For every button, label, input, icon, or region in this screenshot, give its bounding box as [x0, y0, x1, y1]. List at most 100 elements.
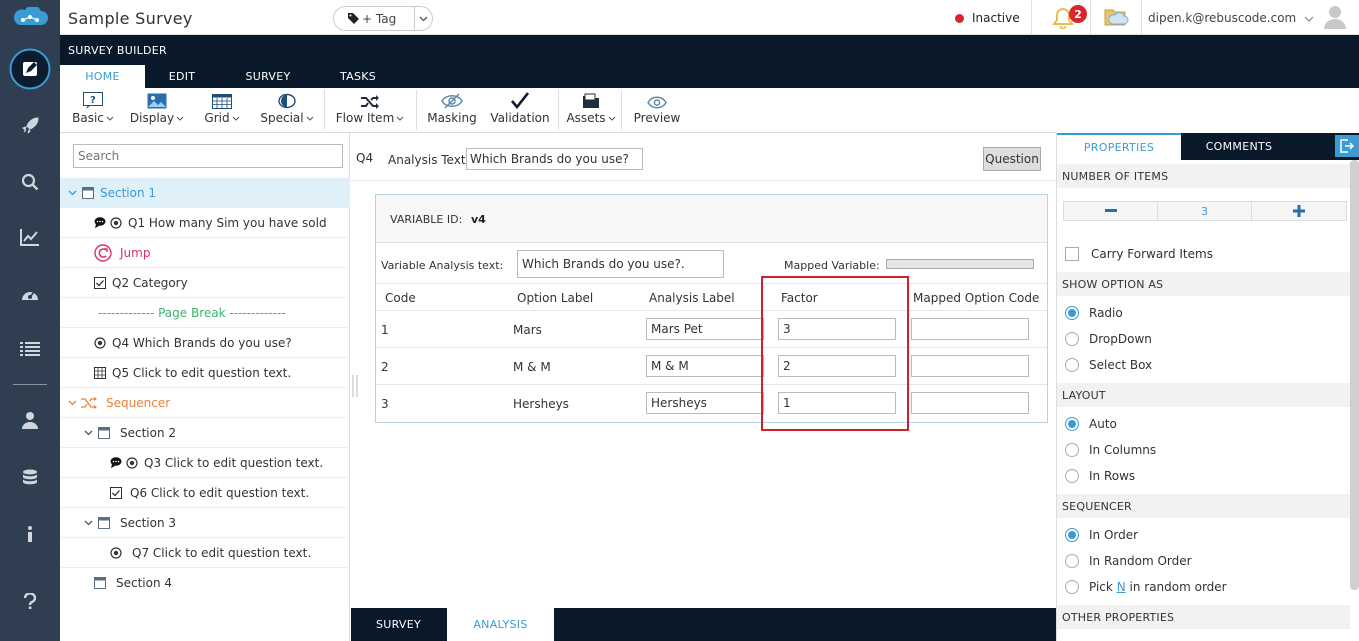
radio-unselected[interactable] — [1065, 358, 1079, 372]
pick-n-link[interactable]: N — [1117, 580, 1126, 594]
radio-label: In Random Order — [1089, 554, 1192, 568]
user-menu[interactable]: dipen.k@rebuscode.com — [1148, 11, 1314, 25]
mapped-option-code-input[interactable] — [911, 318, 1029, 340]
list-icon[interactable] — [0, 329, 60, 369]
radio-unselected[interactable] — [1065, 469, 1079, 483]
tree-question-q5[interactable]: Q5 Click to edit question text. — [60, 358, 350, 388]
mapped-option-code-input[interactable] — [911, 392, 1029, 414]
row-option-label: Hersheys — [513, 397, 569, 411]
radio-layout-columns[interactable]: In Columns — [1065, 443, 1156, 457]
radio-option-select-box[interactable]: Select Box — [1065, 358, 1152, 372]
ribbon-validation-button[interactable]: Validation — [488, 90, 552, 130]
ribbon-assets-button[interactable]: Assets — [564, 90, 618, 130]
question-button[interactable]: Question — [983, 147, 1041, 171]
ribbon-label: Assets — [566, 111, 606, 125]
radio-unselected[interactable] — [1065, 443, 1079, 457]
radio-unselected[interactable] — [1065, 554, 1079, 568]
ribbon-masking-button[interactable]: Masking — [424, 90, 480, 130]
radio-option-dropdown[interactable]: DropDown — [1065, 332, 1152, 346]
increment-button[interactable] — [1252, 202, 1346, 220]
tab-tasks[interactable]: TASKS — [322, 65, 394, 88]
variable-analysis-input[interactable] — [517, 250, 724, 278]
dashboard-icon[interactable] — [0, 274, 60, 314]
search-input[interactable] — [73, 144, 343, 168]
avatar[interactable] — [1324, 5, 1346, 29]
database-icon[interactable] — [0, 458, 60, 498]
tab-home[interactable]: HOME — [60, 65, 145, 88]
tab-analysis-view[interactable]: ANALYSIS — [447, 608, 554, 641]
tree-question-q4[interactable]: Q4 Which Brands do you use? — [60, 328, 350, 358]
comment-icon — [94, 217, 106, 228]
checkbox[interactable] — [1065, 247, 1079, 261]
radio-unselected[interactable] — [1065, 332, 1079, 346]
tree-label: Q1 How many Sim you have sold — [128, 215, 327, 230]
info-icon[interactable] — [0, 514, 60, 554]
variable-id-value: v4 — [471, 213, 486, 226]
tree-sequencer[interactable]: Sequencer — [60, 388, 350, 418]
tag-button[interactable]: + Tag — [333, 6, 433, 31]
ribbon-divider — [324, 90, 325, 130]
tree-question-q1[interactable]: Q1 How many Sim you have sold — [60, 208, 350, 238]
ribbon-preview-button[interactable]: Preview — [630, 90, 684, 130]
ribbon-display-button[interactable]: Display — [128, 90, 186, 130]
tree-jump[interactable]: Jump — [60, 238, 350, 268]
tree-label: Sequencer — [106, 395, 171, 410]
collapse-panel-button[interactable] — [1335, 135, 1359, 157]
radio-selected[interactable] — [1065, 417, 1079, 431]
trend-chart-icon[interactable] — [0, 217, 60, 257]
ribbon-grid-button[interactable]: Grid — [200, 90, 244, 130]
radio-option-radio[interactable]: Radio — [1065, 306, 1123, 320]
radio-question-icon — [110, 546, 122, 559]
cloud-folder-icon[interactable] — [1104, 6, 1130, 28]
properties-scrollbar[interactable] — [1350, 160, 1359, 590]
radio-unselected[interactable] — [1065, 580, 1079, 594]
tab-edit[interactable]: EDIT — [150, 65, 214, 88]
status-text: Inactive — [972, 11, 1020, 25]
radio-label: Pick — [1089, 580, 1113, 594]
chevron-down-icon[interactable] — [414, 7, 432, 30]
analysis-label-input[interactable] — [646, 318, 764, 340]
nav-divider — [13, 384, 47, 385]
analysis-text-input[interactable] — [466, 148, 643, 170]
ribbon-special-button[interactable]: Special — [258, 90, 316, 130]
notifications-button[interactable]: 2 — [1052, 5, 1087, 30]
ribbon-divider — [558, 90, 559, 130]
user-icon[interactable] — [0, 400, 60, 440]
tree-section-3[interactable]: Section 3 — [60, 508, 350, 538]
variable-analysis-label: Variable Analysis text: — [381, 259, 504, 272]
mapped-option-code-input[interactable] — [911, 355, 1029, 377]
tree-label: Section 2 — [120, 425, 177, 440]
tree-page-break[interactable]: ------------- Page Break ------------- — [60, 298, 350, 328]
tab-survey[interactable]: SURVEY — [228, 65, 308, 88]
radio-selected[interactable] — [1065, 306, 1079, 320]
tab-comments[interactable]: COMMENTS — [1181, 133, 1297, 160]
radio-layout-auto[interactable]: Auto — [1065, 417, 1117, 431]
help-icon[interactable] — [0, 581, 60, 621]
analysis-label-input[interactable] — [646, 355, 764, 377]
app-logo-icon[interactable] — [0, 0, 60, 35]
tree-section-2[interactable]: Section 2 — [60, 418, 350, 448]
edit-icon[interactable] — [0, 48, 60, 90]
tree-question-q2[interactable]: Q2 Category — [60, 268, 350, 298]
search-icon[interactable] — [0, 162, 60, 202]
tree-question-q3[interactable]: Q3 Click to edit question text. — [60, 448, 350, 478]
tab-properties[interactable]: PROPERTIES — [1057, 133, 1181, 160]
radio-sequencer-in-order[interactable]: In Order — [1065, 528, 1138, 542]
radio-selected[interactable] — [1065, 528, 1079, 542]
mapped-variable-field[interactable] — [886, 259, 1034, 269]
tree-section-4[interactable]: Section 4 — [60, 568, 350, 598]
rocket-icon[interactable] — [0, 106, 60, 146]
analysis-label-input[interactable] — [646, 392, 764, 414]
tree-question-q6[interactable]: Q6 Click to edit question text. — [60, 478, 350, 508]
ribbon-basic-button[interactable]: ? Basic — [68, 90, 118, 130]
radio-sequencer-pick-n[interactable]: Pick N in random order — [1065, 580, 1227, 594]
ribbon-flow-item-button[interactable]: Flow Item — [332, 90, 408, 130]
radio-layout-rows[interactable]: In Rows — [1065, 469, 1135, 483]
tab-survey-view[interactable]: SURVEY — [351, 608, 446, 641]
radio-sequencer-random[interactable]: In Random Order — [1065, 554, 1192, 568]
tree-question-q7[interactable]: Q7 Click to edit question text. — [60, 538, 350, 568]
decrement-button[interactable] — [1064, 202, 1158, 220]
topbar-divider — [1031, 0, 1032, 35]
carry-forward-checkbox[interactable]: Carry Forward Items — [1065, 247, 1213, 261]
tree-section-1[interactable]: Section 1 — [60, 178, 350, 208]
